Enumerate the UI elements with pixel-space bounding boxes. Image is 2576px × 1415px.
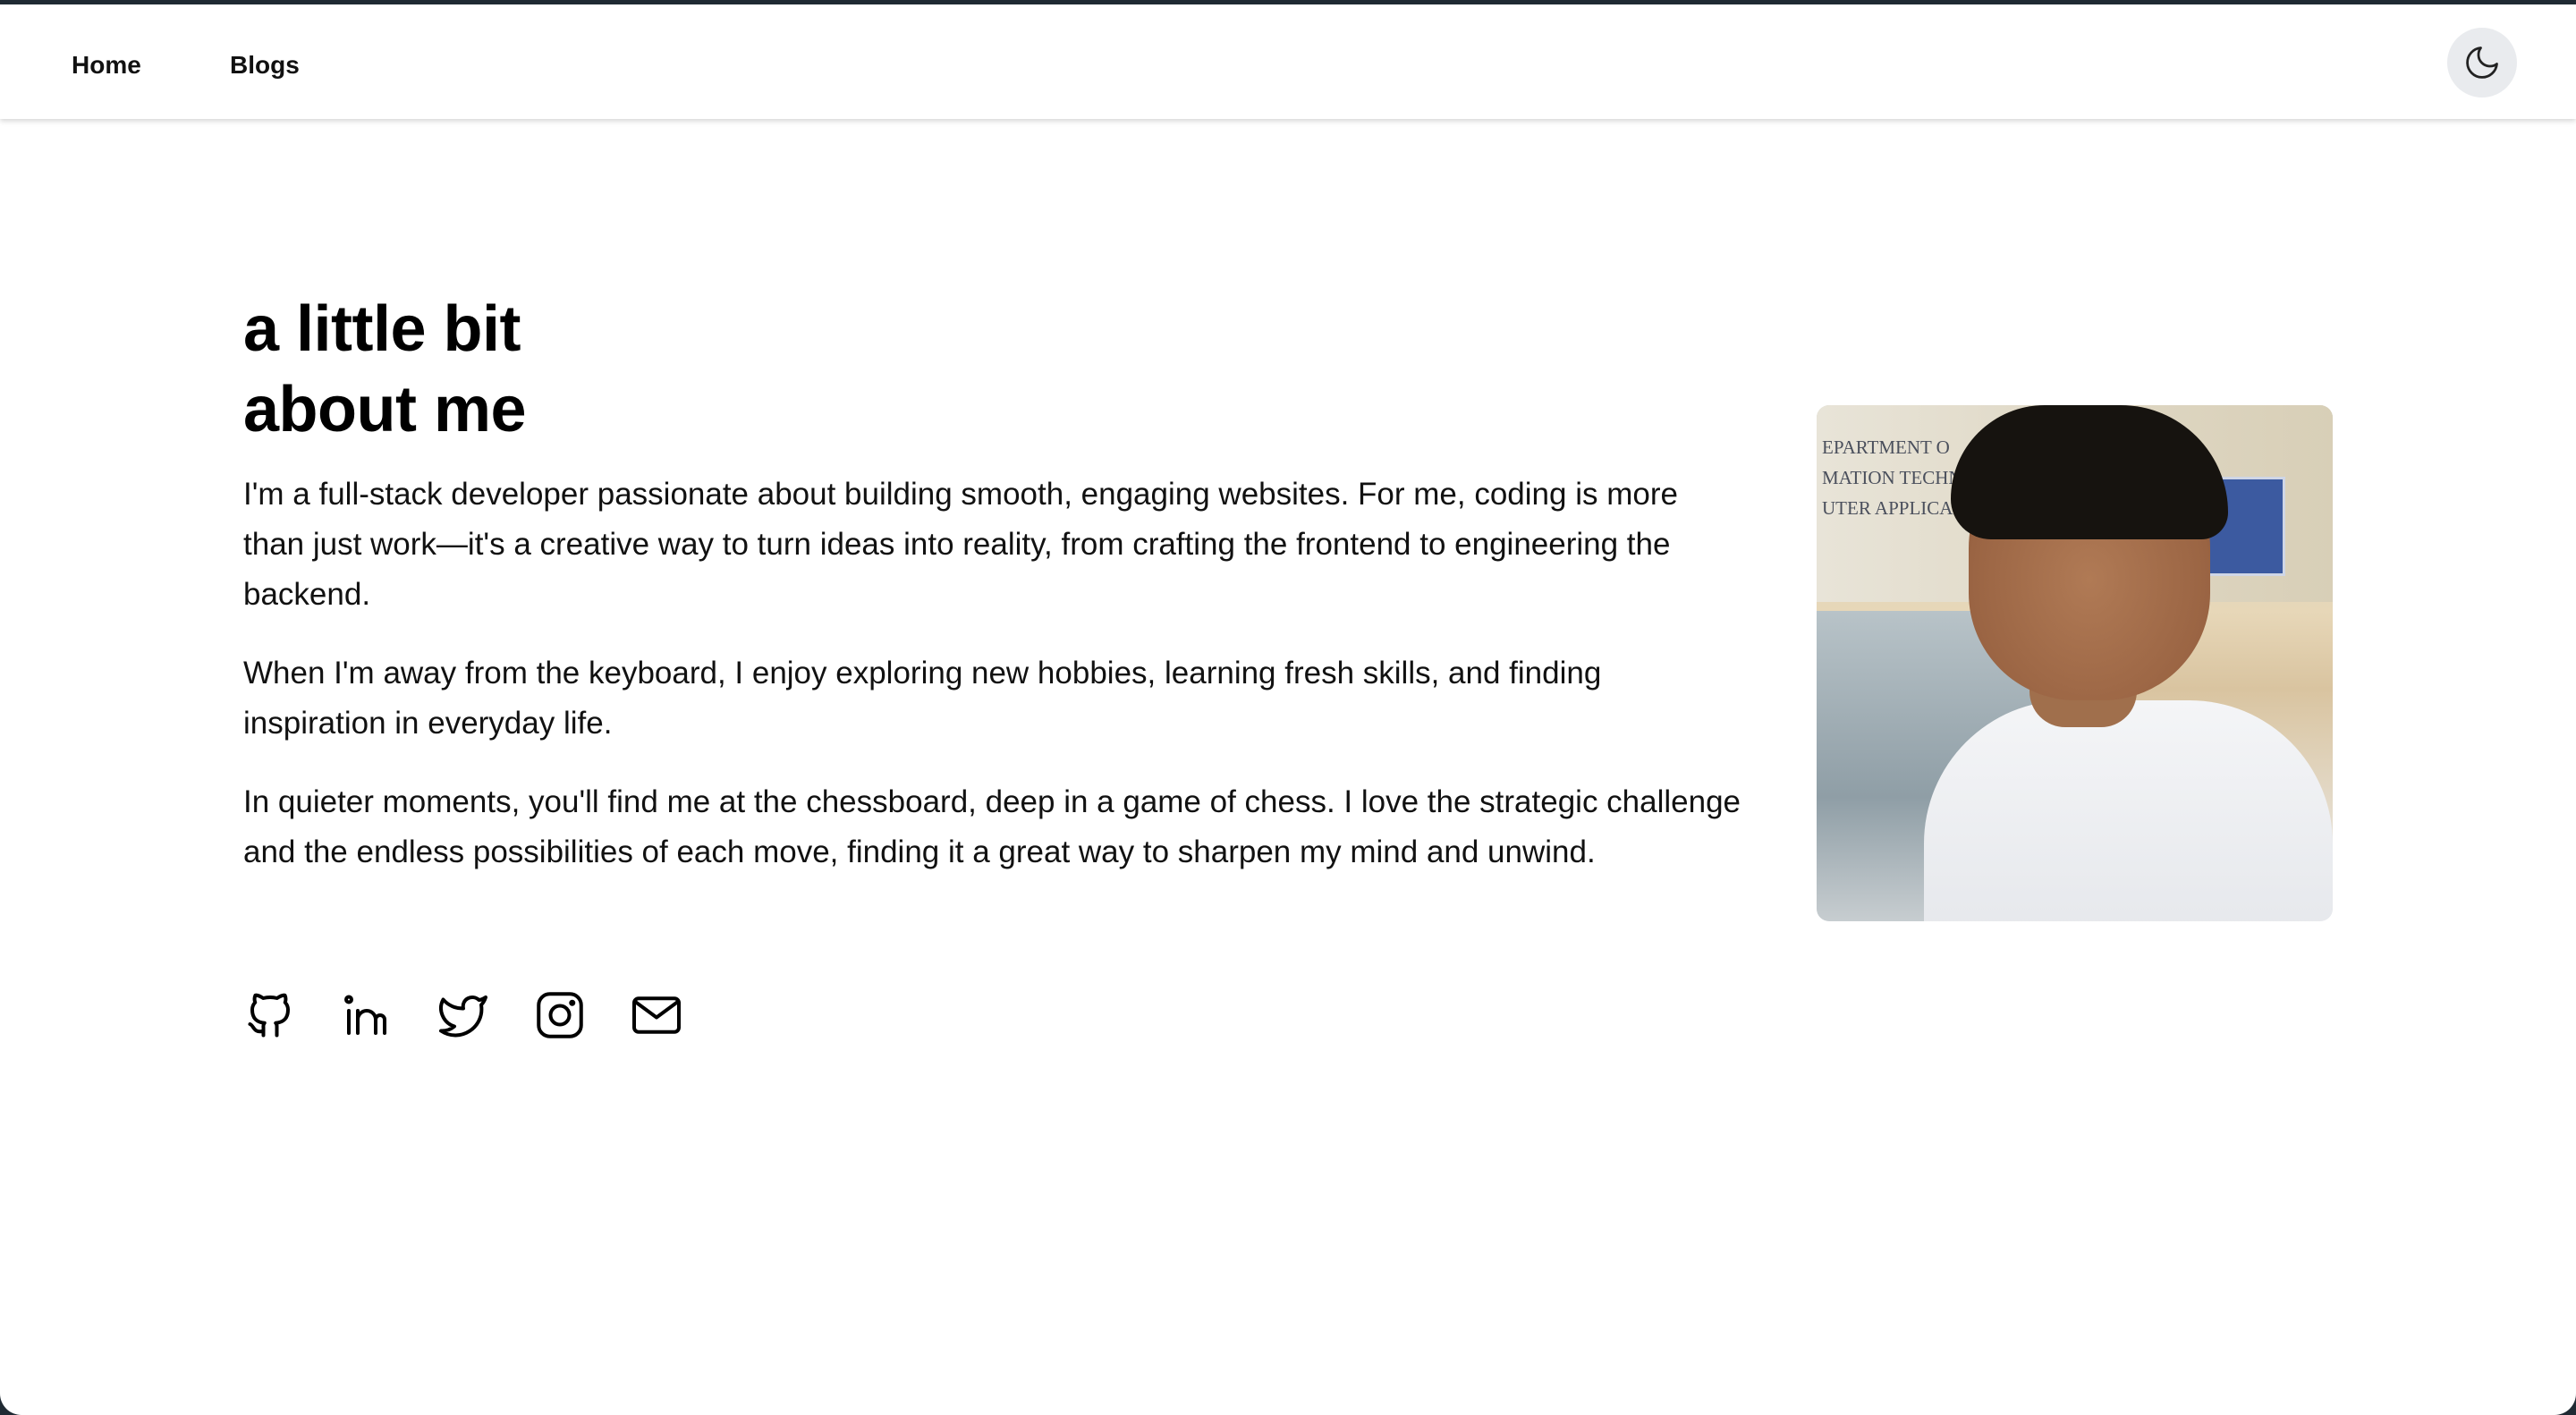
linkedin-icon [343,995,386,1035]
twitter-link[interactable] [436,988,490,1042]
page-title-line-1: a little bit [243,293,521,365]
about-paragraph-3: In quieter moments, you'll find me at th… [243,784,1741,869]
nav-blogs-link[interactable]: Blogs [230,44,300,87]
about-paragraph-2: When I'm away from the keyboard, I enjoy… [243,656,1602,741]
about-section: a little bit about me I'm a full-stack d… [243,289,1746,877]
social-links [243,988,683,1042]
mail-icon [632,996,681,1034]
twitter-icon [439,996,487,1038]
profile-photo: EPARTMENT O MATION TECHN UTER APPLICA [1817,405,2333,921]
page-title: a little bit about me [243,289,1746,450]
theme-toggle-button[interactable] [2447,28,2517,97]
instagram-link[interactable] [533,988,587,1042]
photo-text-line-1: EPARTMENT O [1822,436,1950,458]
moon-icon [2466,47,2498,79]
github-link[interactable] [243,988,297,1042]
photo-background-text: EPARTMENT O MATION TECHN UTER APPLICA [1822,432,1962,523]
mail-link[interactable] [630,988,683,1042]
linkedin-link[interactable] [340,988,394,1042]
page-title-line-2: about me [243,374,527,445]
photo-text-line-2: MATION TECHN [1822,467,1962,488]
about-paragraph-1: I'm a full-stack developer passionate ab… [243,477,1678,612]
instagram-icon [537,992,583,1038]
navbar: Home Blogs [0,4,2576,119]
page: Home Blogs a little bit about me I'm a f… [0,4,2576,1415]
github-icon [248,993,290,1038]
photo-text-line-3: UTER APPLICA [1822,497,1953,519]
photo-shirt [1924,700,2333,921]
nav-home-link[interactable]: Home [72,44,141,87]
